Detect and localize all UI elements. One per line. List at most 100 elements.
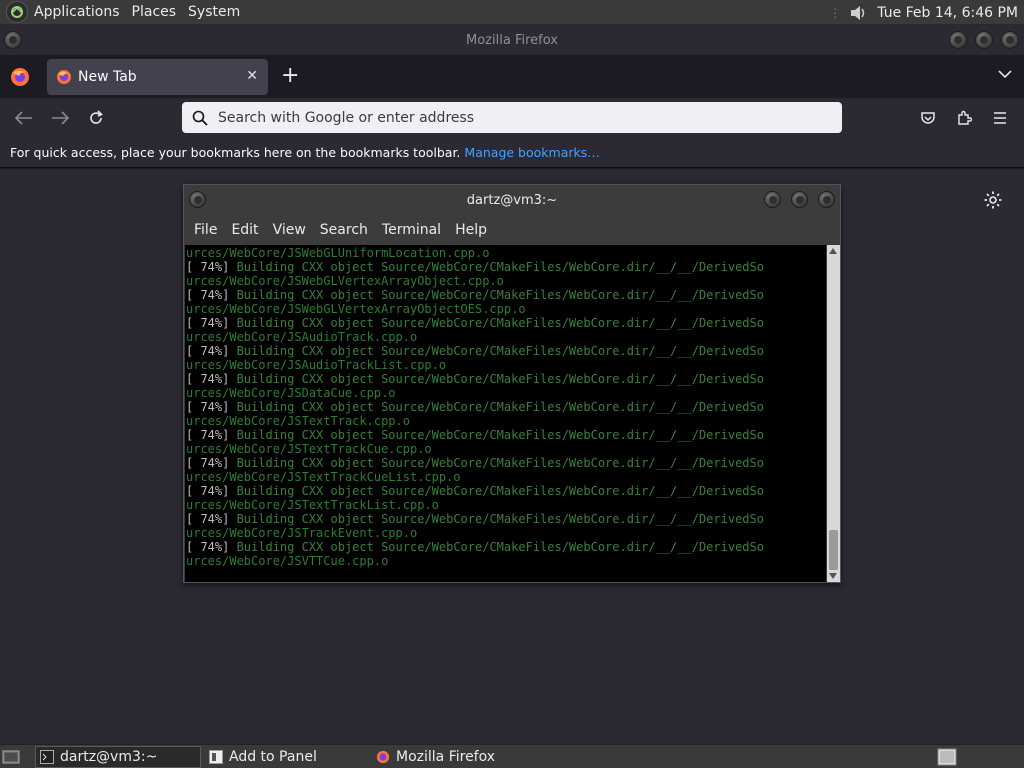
taskbar-label: Add to Panel [229,749,317,765]
terminal-line: [ 74%] Building CXX object Source/WebCor… [186,512,826,526]
manage-bookmarks-link[interactable]: Manage bookmarks… [464,145,599,160]
plus-icon[interactable]: + [281,65,299,87]
terminal-line: urces/WebCore/JSWebGLVertexArrayObject.c… [186,274,504,288]
build-percent: [ 74%] [186,484,230,498]
terminal-line: [ 74%] Building CXX object Source/WebCor… [186,400,826,414]
build-text: Building CXX object Source/WebCore/CMake… [229,484,764,498]
terminal-titlebar[interactable]: dartz@vm3:~ [184,185,840,215]
menu-view[interactable]: View [273,222,306,238]
window-menu-button[interactable] [4,31,22,49]
terminal-scrollbar[interactable] [827,245,840,582]
speaker-icon[interactable] [847,2,869,24]
url-bar[interactable] [182,102,842,133]
terminal-line: urces/WebCore/JSTextTrack.cpp.o [186,414,410,428]
scroll-up-arrow[interactable] [829,248,837,254]
build-text: Building CXX object Source/WebCore/CMake… [229,372,764,386]
menu-places[interactable]: Places [126,4,183,20]
build-percent: [ 74%] [186,540,230,554]
build-text: Building CXX object Source/WebCore/CMake… [229,344,764,358]
maximize-button[interactable] [791,191,808,208]
window-title: Mozilla Firefox [466,32,558,48]
terminal-line: urces/WebCore/JSWebGLUniformLocation.cpp… [186,246,490,260]
tab-new-tab[interactable]: New Tab ✕ [47,59,268,95]
terminal-line: urces/WebCore/JSDataCue.cpp.o [186,386,396,400]
close-window-button[interactable] [1001,31,1019,49]
build-percent: [ 74%] [186,260,230,274]
build-text: Building CXX object Source/WebCore/CMake… [229,456,764,470]
reload-icon[interactable] [86,108,106,128]
terminal-line: [ 74%] Building CXX object Source/WebCor… [186,540,826,554]
extensions-icon[interactable] [954,108,974,128]
build-percent: [ 74%] [186,400,230,414]
clock-area: ⋮ Tue Feb 14, 6:46 PM [829,0,1020,25]
terminal-line: [ 74%] Building CXX object Source/WebCor… [186,428,826,442]
terminal-icon [40,750,54,764]
menu-help[interactable]: Help [455,222,487,238]
bookmarks-toolbar: For quick access, place your bookmarks h… [0,138,1024,168]
menu-search[interactable]: Search [320,222,368,238]
firefox-titlebar[interactable]: Mozilla Firefox [0,25,1024,55]
show-desktop-button[interactable] [2,746,24,768]
menu-edit[interactable]: Edit [231,222,258,238]
panel-icon [209,750,223,764]
terminal-menubar: File Edit View Search Terminal Help [184,216,840,244]
tab-title: New Tab [78,69,137,85]
terminal-output[interactable]: urces/WebCore/JSWebGLUniformLocation.cpp… [185,245,826,582]
forward-icon[interactable] [50,108,70,128]
pocket-icon[interactable] [918,108,938,128]
top-panel: Applications Places System ⋮ Tue Feb 14,… [0,0,1024,25]
build-percent: [ 74%] [186,316,230,330]
menu-system[interactable]: System [182,4,246,20]
taskbar-item-firefox[interactable]: Mozilla Firefox [372,746,572,768]
menu-applications[interactable]: Applications [28,4,126,20]
terminal-line: urces/WebCore/JSAudioTrack.cpp.o [186,330,418,344]
build-percent: [ 74%] [186,344,230,358]
maximize-button[interactable] [975,31,993,49]
window-menu-button[interactable] [189,191,206,208]
terminal-line: [ 74%] Building CXX object Source/WebCor… [186,316,826,330]
close-icon[interactable]: ✕ [246,68,258,84]
workspace-icon[interactable] [937,746,959,768]
terminal-lines: urces/WebCore/JSWebGLUniformLocation.cpp… [186,246,826,568]
taskbar-item-add-to-panel[interactable]: Add to Panel [205,746,365,768]
firefox-icon [57,70,71,84]
gnome-foot-icon[interactable] [6,1,28,23]
menu-icon[interactable] [990,108,1010,128]
clock[interactable]: Tue Feb 14, 6:46 PM [877,5,1018,21]
taskbar-label: Mozilla Firefox [396,749,496,765]
terminal-line: [ 74%] Building CXX object Source/WebCor… [186,484,826,498]
minimize-button[interactable] [764,191,781,208]
terminal-line: urces/WebCore/JSAudioTrackList.cpp.o [186,358,447,372]
terminal-line: urces/WebCore/JSTextTrackCueList.cpp.o [186,470,461,484]
back-icon[interactable] [14,108,34,128]
terminal-line: urces/WebCore/JSTextTrackCue.cpp.o [186,442,432,456]
chevron-down-icon[interactable] [998,69,1012,79]
tab-strip: New Tab ✕ + [0,55,1024,98]
terminal-line: [ 74%] Building CXX object Source/WebCor… [186,260,826,274]
search-input[interactable] [216,108,842,127]
build-text: Building CXX object Source/WebCore/CMake… [229,400,764,414]
scroll-down-arrow[interactable] [829,573,837,579]
build-percent: [ 74%] [186,428,230,442]
gear-icon[interactable] [983,190,1003,210]
taskbar-item-terminal[interactable]: dartz@vm3:~ [35,746,201,768]
build-percent: [ 74%] [186,512,230,526]
terminal-line: urces/WebCore/JSTrackEvent.cpp.o [186,526,418,540]
terminal-line: [ 74%] Building CXX object Source/WebCor… [186,372,826,386]
terminal-title: dartz@vm3:~ [466,192,558,208]
firefox-icon[interactable] [10,67,30,87]
menu-file[interactable]: File [194,222,217,238]
terminal-window[interactable]: dartz@vm3:~ File Edit View Search Termin… [183,184,841,583]
terminal-line: urces/WebCore/JSWebGLVertexArrayObjectOE… [186,302,526,316]
build-text: Building CXX object Source/WebCore/CMake… [229,316,764,330]
bookmarks-message: For quick access, place your bookmarks h… [10,145,461,160]
scrollbar-thumb[interactable] [829,530,838,570]
build-percent: [ 74%] [186,372,230,386]
taskbar-label: dartz@vm3:~ [60,749,158,765]
bottom-panel: dartz@vm3:~ Add to Panel Mozilla Firefox [0,744,1024,768]
minimize-button[interactable] [949,31,967,49]
menu-terminal[interactable]: Terminal [382,222,441,238]
close-window-button[interactable] [818,191,835,208]
build-percent: [ 74%] [186,456,230,470]
terminal-line: [ 74%] Building CXX object Source/WebCor… [186,288,826,302]
